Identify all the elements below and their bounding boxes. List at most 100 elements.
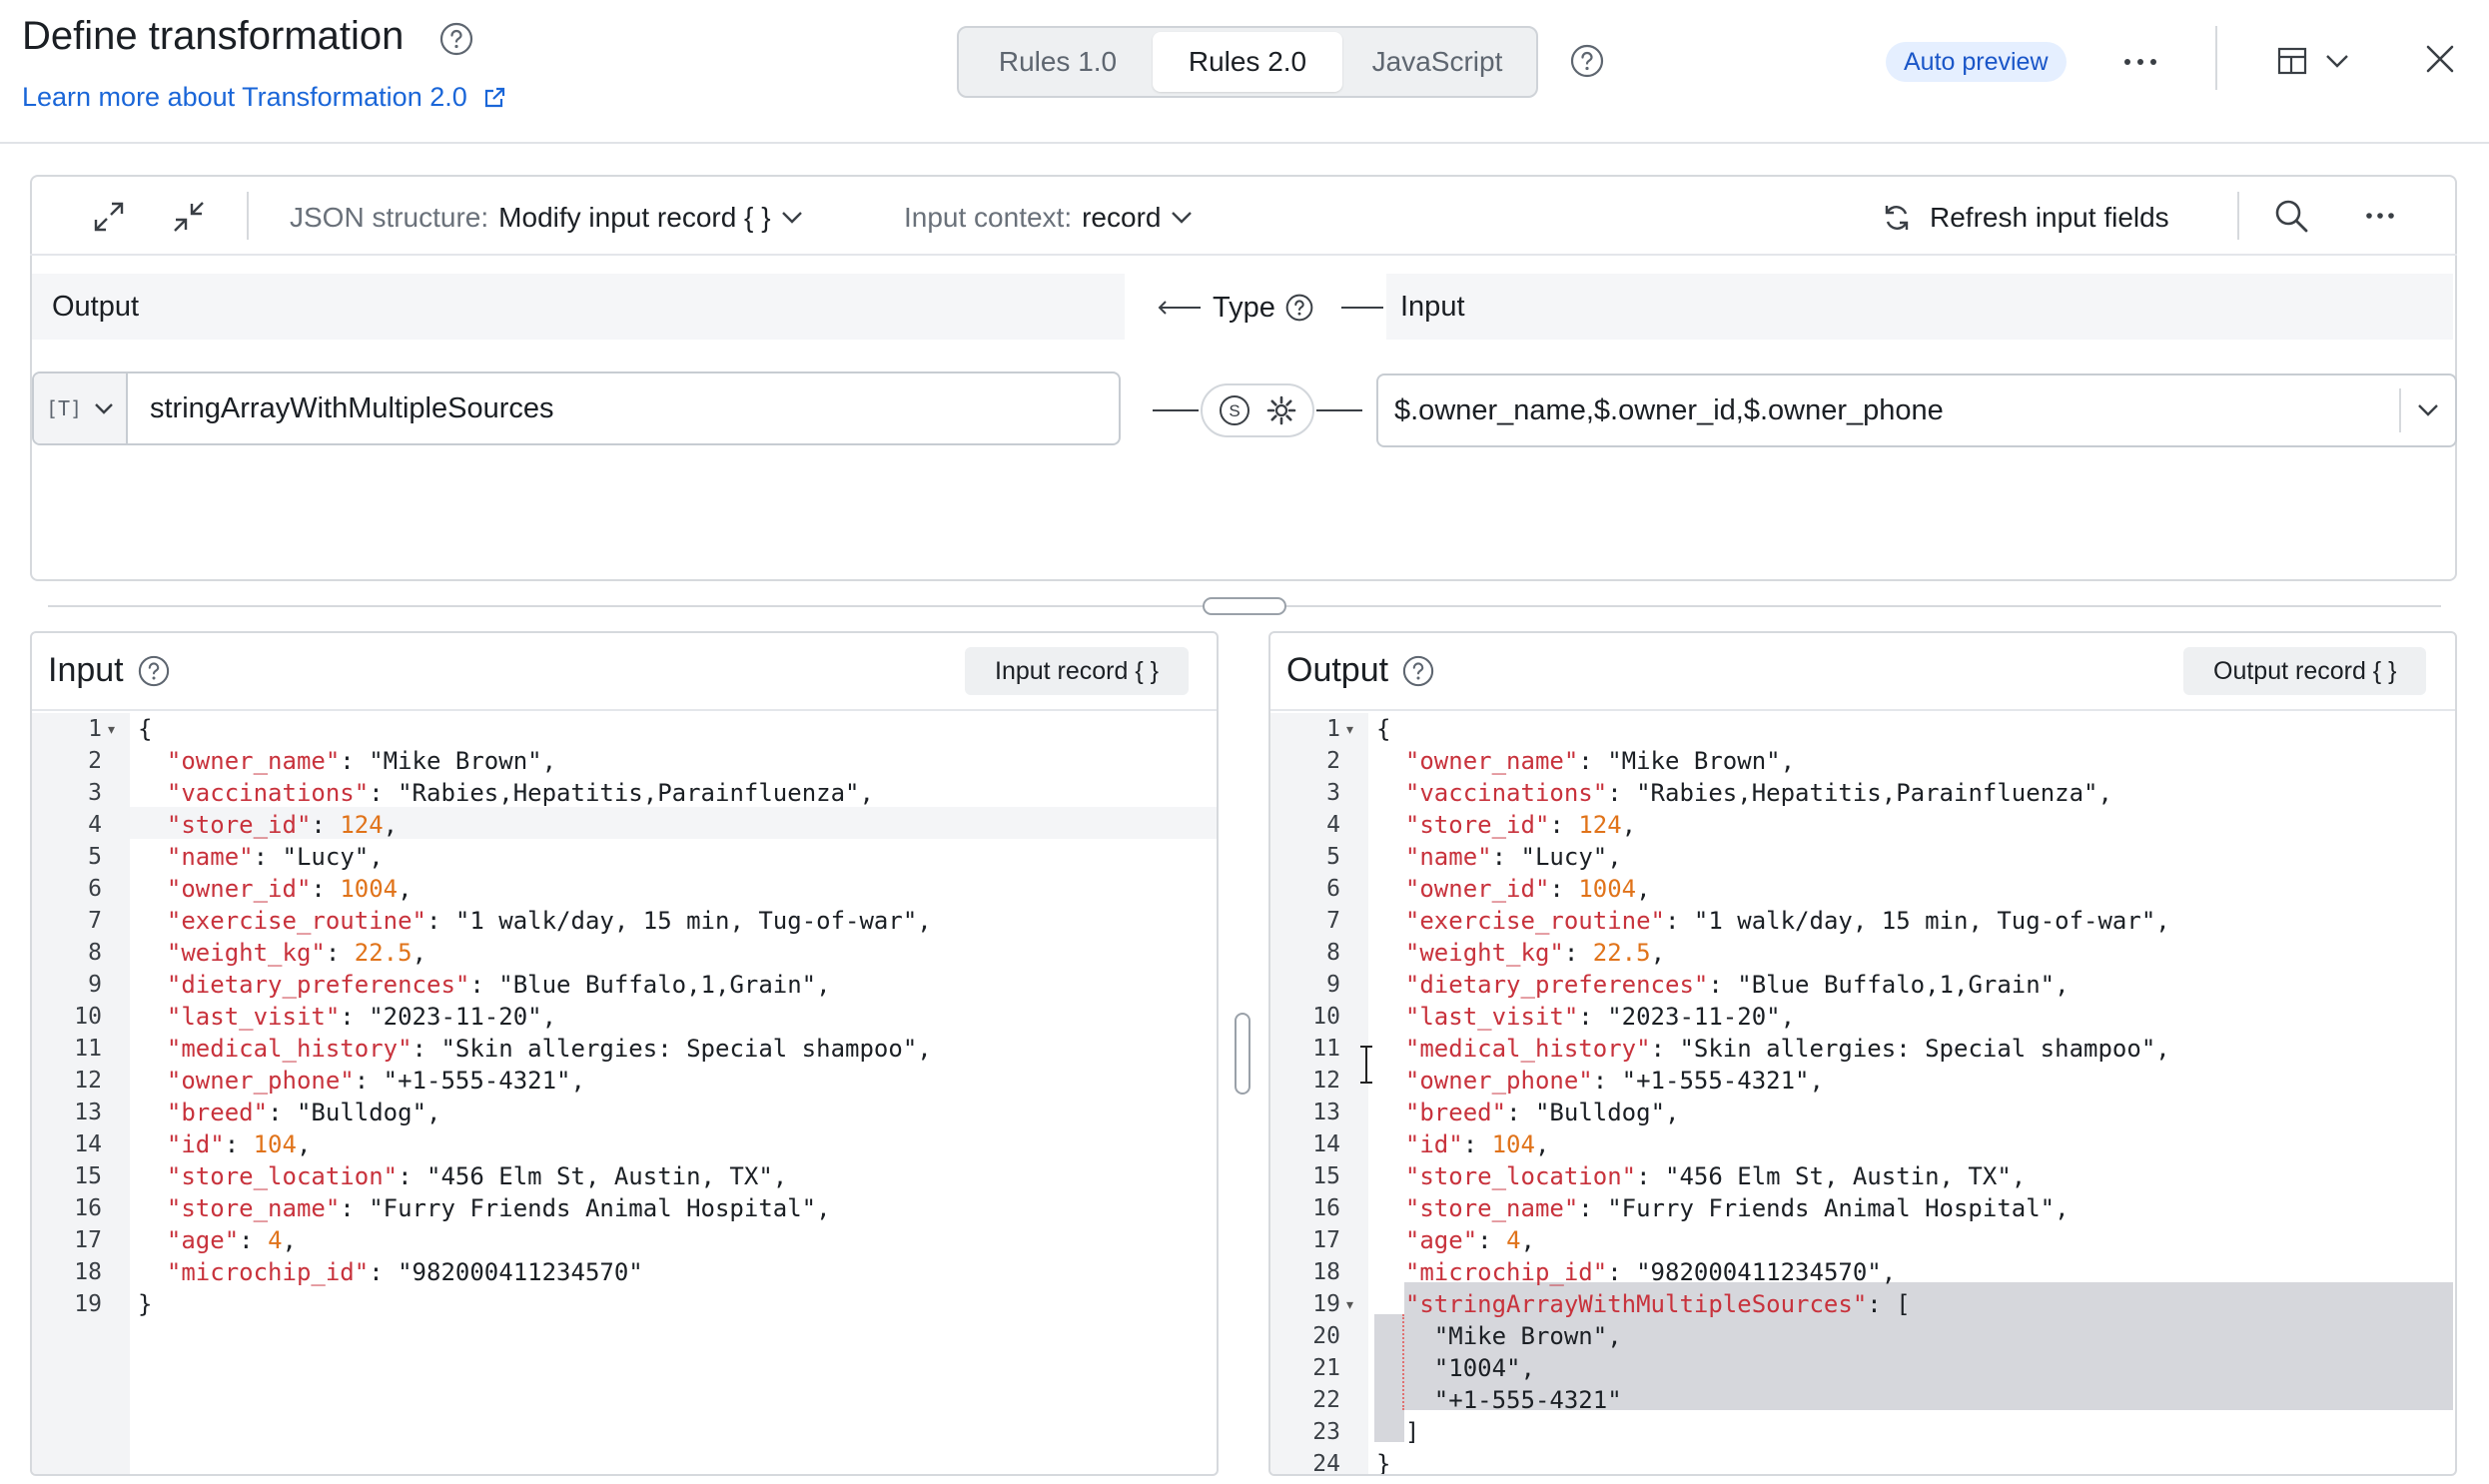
line-number: 7 [88, 908, 102, 934]
output-help-icon[interactable] [1402, 655, 1434, 687]
line-number: 16 [1312, 1195, 1340, 1221]
output-column-header: Output [32, 274, 1125, 340]
code-line: "store_id": 124, [166, 811, 399, 839]
code-line: "store_name": "Furry Friends Animal Hosp… [166, 1194, 831, 1222]
input-context-dropdown[interactable]: Input context: record [904, 198, 1193, 238]
chevron-down-icon [2325, 54, 2349, 68]
output-field-value: stringArrayWithMultipleSources [150, 391, 554, 424]
more-options-icon[interactable] [2123, 58, 2157, 66]
line-number: 20 [1312, 1323, 1340, 1349]
code-line: "Mike Brown", [1376, 1322, 1622, 1350]
learn-more-label: Learn more about Transformation 2.0 [22, 82, 467, 112]
output-pane-title: Output [1286, 651, 1389, 689]
line-number: 14 [1312, 1131, 1340, 1157]
input-help-icon[interactable] [138, 655, 170, 687]
string-type-icon[interactable]: S [1219, 394, 1250, 426]
output-pane-title-group: Output [1286, 651, 1434, 690]
line-number: 5 [88, 844, 102, 870]
layout-menu-button[interactable] [2277, 46, 2349, 76]
code-line: "owner_phone": "+1-555-4321", [1404, 1067, 1824, 1095]
toolbar-divider [247, 192, 249, 240]
line-number: 21 [1312, 1355, 1340, 1381]
type-help-icon[interactable] [1285, 294, 1313, 322]
code-line: "breed": "Bulldog", [1404, 1099, 1680, 1126]
input-code[interactable]: { "owner_name": "Mike Brown", "vaccinati… [138, 713, 932, 1320]
fold-arrow-icon[interactable]: ▾ [1346, 1296, 1353, 1313]
type-selector[interactable]: [T] [34, 373, 128, 443]
fold-arrow-icon[interactable]: ▾ [108, 721, 115, 738]
code-line: "name": "Lucy", [166, 843, 384, 871]
connector-line [1153, 409, 1199, 411]
code-line: "last_visit": "2023-11-20", [1404, 1003, 1796, 1031]
mode-help-icon[interactable] [1570, 44, 1604, 78]
code-line: "owner_id": 1004, [1404, 875, 1651, 903]
learn-more-link[interactable]: Learn more about Transformation 2.0 [22, 82, 507, 113]
output-record-button[interactable]: Output record { } [2183, 647, 2427, 695]
line-number: 1 [88, 716, 102, 742]
line-number: 9 [88, 972, 102, 998]
input-record-button[interactable]: Input record { } [965, 647, 1190, 695]
chevron-down-icon [781, 211, 803, 225]
line-number: 8 [88, 940, 102, 966]
gear-icon[interactable] [1265, 394, 1297, 426]
code-line: } [1376, 1450, 1391, 1476]
input-dropdown-toggle[interactable] [2399, 388, 2455, 432]
line-number: 5 [1326, 844, 1340, 870]
input-pane-title-group: Input [48, 651, 170, 690]
chevron-down-icon [1171, 211, 1193, 225]
refresh-input-fields-button[interactable]: Refresh input fields [1882, 198, 2169, 238]
transform-options: S [1201, 383, 1314, 437]
code-line: "owner_name": "Mike Brown", [1404, 747, 1796, 775]
search-icon[interactable] [2273, 198, 2309, 234]
input-field[interactable]: $.owner_name,$.owner_id,$.owner_phone [1376, 373, 2457, 447]
tab-javascript[interactable]: JavaScript [1342, 32, 1532, 92]
help-icon[interactable] [439, 22, 473, 56]
type-badge: [T] [45, 396, 83, 420]
tab-rules-1[interactable]: Rules 1.0 [963, 32, 1153, 92]
refresh-label: Refresh input fields [1930, 202, 2169, 233]
code-line: "1004", [1376, 1354, 1535, 1382]
line-number: 24 [1312, 1451, 1340, 1476]
auto-preview-badge[interactable]: Auto preview [1886, 42, 2067, 82]
code-line: "owner_id": 1004, [166, 875, 413, 903]
input-pane-title: Input [48, 651, 124, 689]
code-line: "weight_kg": 22.5, [1404, 939, 1666, 967]
line-number: 18 [74, 1259, 102, 1285]
close-icon[interactable] [2425, 44, 2455, 74]
line-number: 13 [1312, 1100, 1340, 1125]
line-number: 22 [1312, 1387, 1340, 1413]
line-number: 4 [1326, 812, 1340, 838]
output-code[interactable]: { "owner_name": "Mike Brown", "vaccinati… [1376, 713, 2170, 1476]
horizontal-resize-handle[interactable] [1203, 597, 1286, 615]
connector-line [1316, 409, 1362, 411]
fold-arrow-icon[interactable]: ▾ [1346, 721, 1353, 738]
input-pane: Input Input record { } 1 2 3 4 5 6 7 8 9 10 11 12 13… [30, 631, 1219, 1476]
line-number: 7 [1326, 908, 1340, 934]
toolbar-separator [30, 254, 2457, 256]
json-structure-dropdown[interactable]: JSON structure: Modify input record { } [290, 198, 803, 238]
json-structure-label: JSON structure: [290, 202, 489, 233]
input-field-value: $.owner_name,$.owner_id,$.owner_phone [1394, 393, 1944, 426]
code-line: "dietary_preferences": "Blue Buffalo,1,G… [1404, 971, 2070, 999]
input-line-numbers: 1 2 3 4 5 6 7 8 9 10 11 12 13 14 15 16 17 18 19 [32, 713, 102, 1320]
type-column-header: Type [1157, 290, 1383, 326]
code-line: "store_location": "456 Elm St, Austin, T… [166, 1162, 788, 1190]
more-options-icon[interactable] [2365, 212, 2395, 220]
code-line: "store_location": "456 Elm St, Austin, T… [1404, 1162, 2027, 1190]
toolbar-divider [2237, 192, 2239, 240]
mode-switcher: Rules 1.0 Rules 2.0 JavaScript [957, 26, 1538, 98]
expand-icon[interactable] [92, 200, 126, 234]
line-number: 23 [1312, 1419, 1340, 1445]
code-line: "stringArrayWithMultipleSources": [ [1404, 1290, 1911, 1318]
line-number: 17 [1312, 1227, 1340, 1253]
header-divider [2215, 26, 2217, 90]
tab-rules-2[interactable]: Rules 2.0 [1153, 32, 1342, 92]
line-number: 15 [74, 1163, 102, 1189]
refresh-icon [1882, 203, 1912, 233]
left-arrow-icon [1157, 301, 1203, 315]
output-field[interactable]: [T] stringArrayWithMultipleSources [32, 371, 1121, 445]
line-number: 12 [74, 1068, 102, 1094]
json-structure-value: Modify input record { } [498, 202, 771, 233]
vertical-resize-handle[interactable] [1235, 1013, 1250, 1095]
collapse-icon[interactable] [172, 200, 206, 234]
